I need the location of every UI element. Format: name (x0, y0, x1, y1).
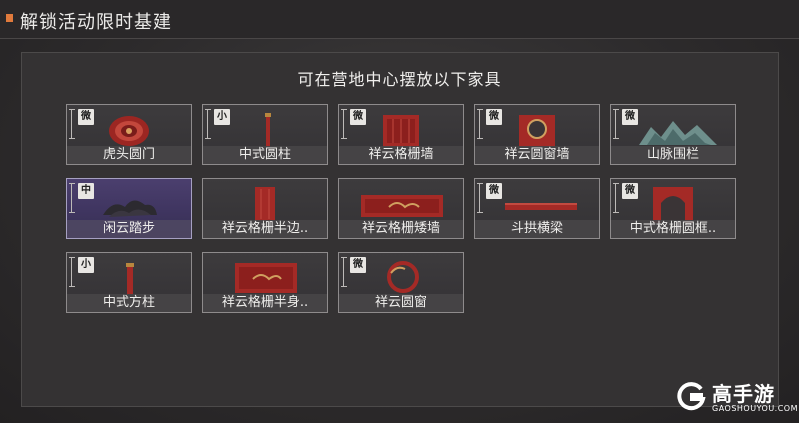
furniture-label: 中式圆柱 (203, 146, 327, 164)
size-badge: 微 (622, 109, 638, 125)
furniture-card[interactable]: 微 祥云圆窗墙 (474, 104, 600, 165)
furniture-label: 闲云踏步 (67, 220, 191, 238)
size-indicator-icon (341, 109, 347, 139)
size-badge: 小 (214, 109, 230, 125)
furniture-label: 中式方柱 (67, 294, 191, 312)
furniture-label: 祥云格栅墙 (339, 146, 463, 164)
chinese-lattice-round-frame-icon (653, 187, 693, 223)
furniture-card[interactable]: 微 祥云格栅墙 (338, 104, 464, 165)
mountain-fence-icon (639, 121, 717, 145)
chinese-square-pillar-icon (126, 263, 134, 295)
furniture-card[interactable]: 微 山脉围栏 (610, 104, 736, 165)
furniture-card[interactable]: 微 祥云圆窗 (338, 252, 464, 313)
panel-subtitle: 可在营地中心摆放以下家具 (297, 70, 502, 89)
furniture-label: 中式格栅圆框.. (611, 220, 735, 238)
furniture-label: 祥云圆窗墙 (475, 146, 599, 164)
watermark-logo: 高手游 GAOSHOUYOU.COM (676, 378, 799, 420)
furniture-label: 斗拱横梁 (475, 220, 599, 238)
furniture-card[interactable]: 微 虎头圆门 (66, 104, 192, 165)
furniture-label: 虎头圆门 (67, 146, 191, 164)
bracket-beam-icon (505, 203, 577, 210)
gaoshouyou-logo-icon (677, 382, 706, 411)
furniture-card[interactable]: 小 中式方柱 (66, 252, 192, 313)
size-badge: 微 (350, 257, 366, 273)
furniture-card[interactable]: 中 闲云踏步 (66, 178, 192, 239)
header-marker-icon (6, 14, 13, 22)
furniture-card[interactable]: 祥云格栅半身.. (202, 252, 328, 313)
page-title: 解锁活动限时基建 (20, 12, 172, 33)
size-badge: 微 (350, 109, 366, 125)
size-indicator-icon (341, 257, 347, 287)
chinese-round-pillar-icon (265, 113, 271, 147)
size-badge: 微 (486, 183, 502, 199)
cloud-step-icon (103, 200, 157, 217)
size-indicator-icon (477, 183, 483, 213)
size-badge: 微 (78, 109, 94, 125)
cloud-round-window-wall-icon (519, 115, 555, 147)
cloud-round-window-icon (387, 261, 419, 293)
size-indicator-icon (613, 183, 619, 213)
furniture-card[interactable]: 微 中式格栅圆框.. (610, 178, 736, 239)
size-indicator-icon (69, 109, 75, 139)
cloud-lattice-half-body-icon (235, 263, 297, 293)
size-indicator-icon (477, 109, 483, 139)
size-indicator-icon (205, 109, 211, 139)
size-indicator-icon (69, 257, 75, 287)
furniture-card[interactable]: 微 斗拱横梁 (474, 178, 600, 239)
size-indicator-icon (613, 109, 619, 139)
size-badge: 中 (78, 183, 94, 199)
furniture-label: 祥云格栅半身.. (203, 294, 327, 312)
furniture-label: 山脉围栏 (611, 146, 735, 164)
furniture-label: 祥云格栅矮墙 (339, 220, 463, 238)
watermark-name: 高手游 (712, 382, 775, 406)
size-badge: 小 (78, 257, 94, 273)
furniture-label: 祥云格栅半边.. (203, 220, 327, 238)
size-indicator-icon (69, 183, 75, 213)
furniture-label: 祥云圆窗 (339, 294, 463, 312)
furniture-card[interactable]: 小 中式圆柱 (202, 104, 328, 165)
furniture-card[interactable]: 祥云格栅半边.. (202, 178, 328, 239)
size-badge: 微 (486, 109, 502, 125)
watermark-domain: GAOSHOUYOU.COM (712, 404, 799, 413)
cloud-lattice-half-icon (255, 187, 275, 221)
tiger-head-round-door-icon (109, 116, 149, 146)
furniture-card[interactable]: 祥云格栅矮墙 (338, 178, 464, 239)
cloud-lattice-low-wall-icon (361, 195, 443, 217)
size-badge: 微 (622, 183, 638, 199)
cloud-lattice-wall-icon (383, 115, 419, 147)
header-bar: 解锁活动限时基建 (0, 0, 799, 39)
